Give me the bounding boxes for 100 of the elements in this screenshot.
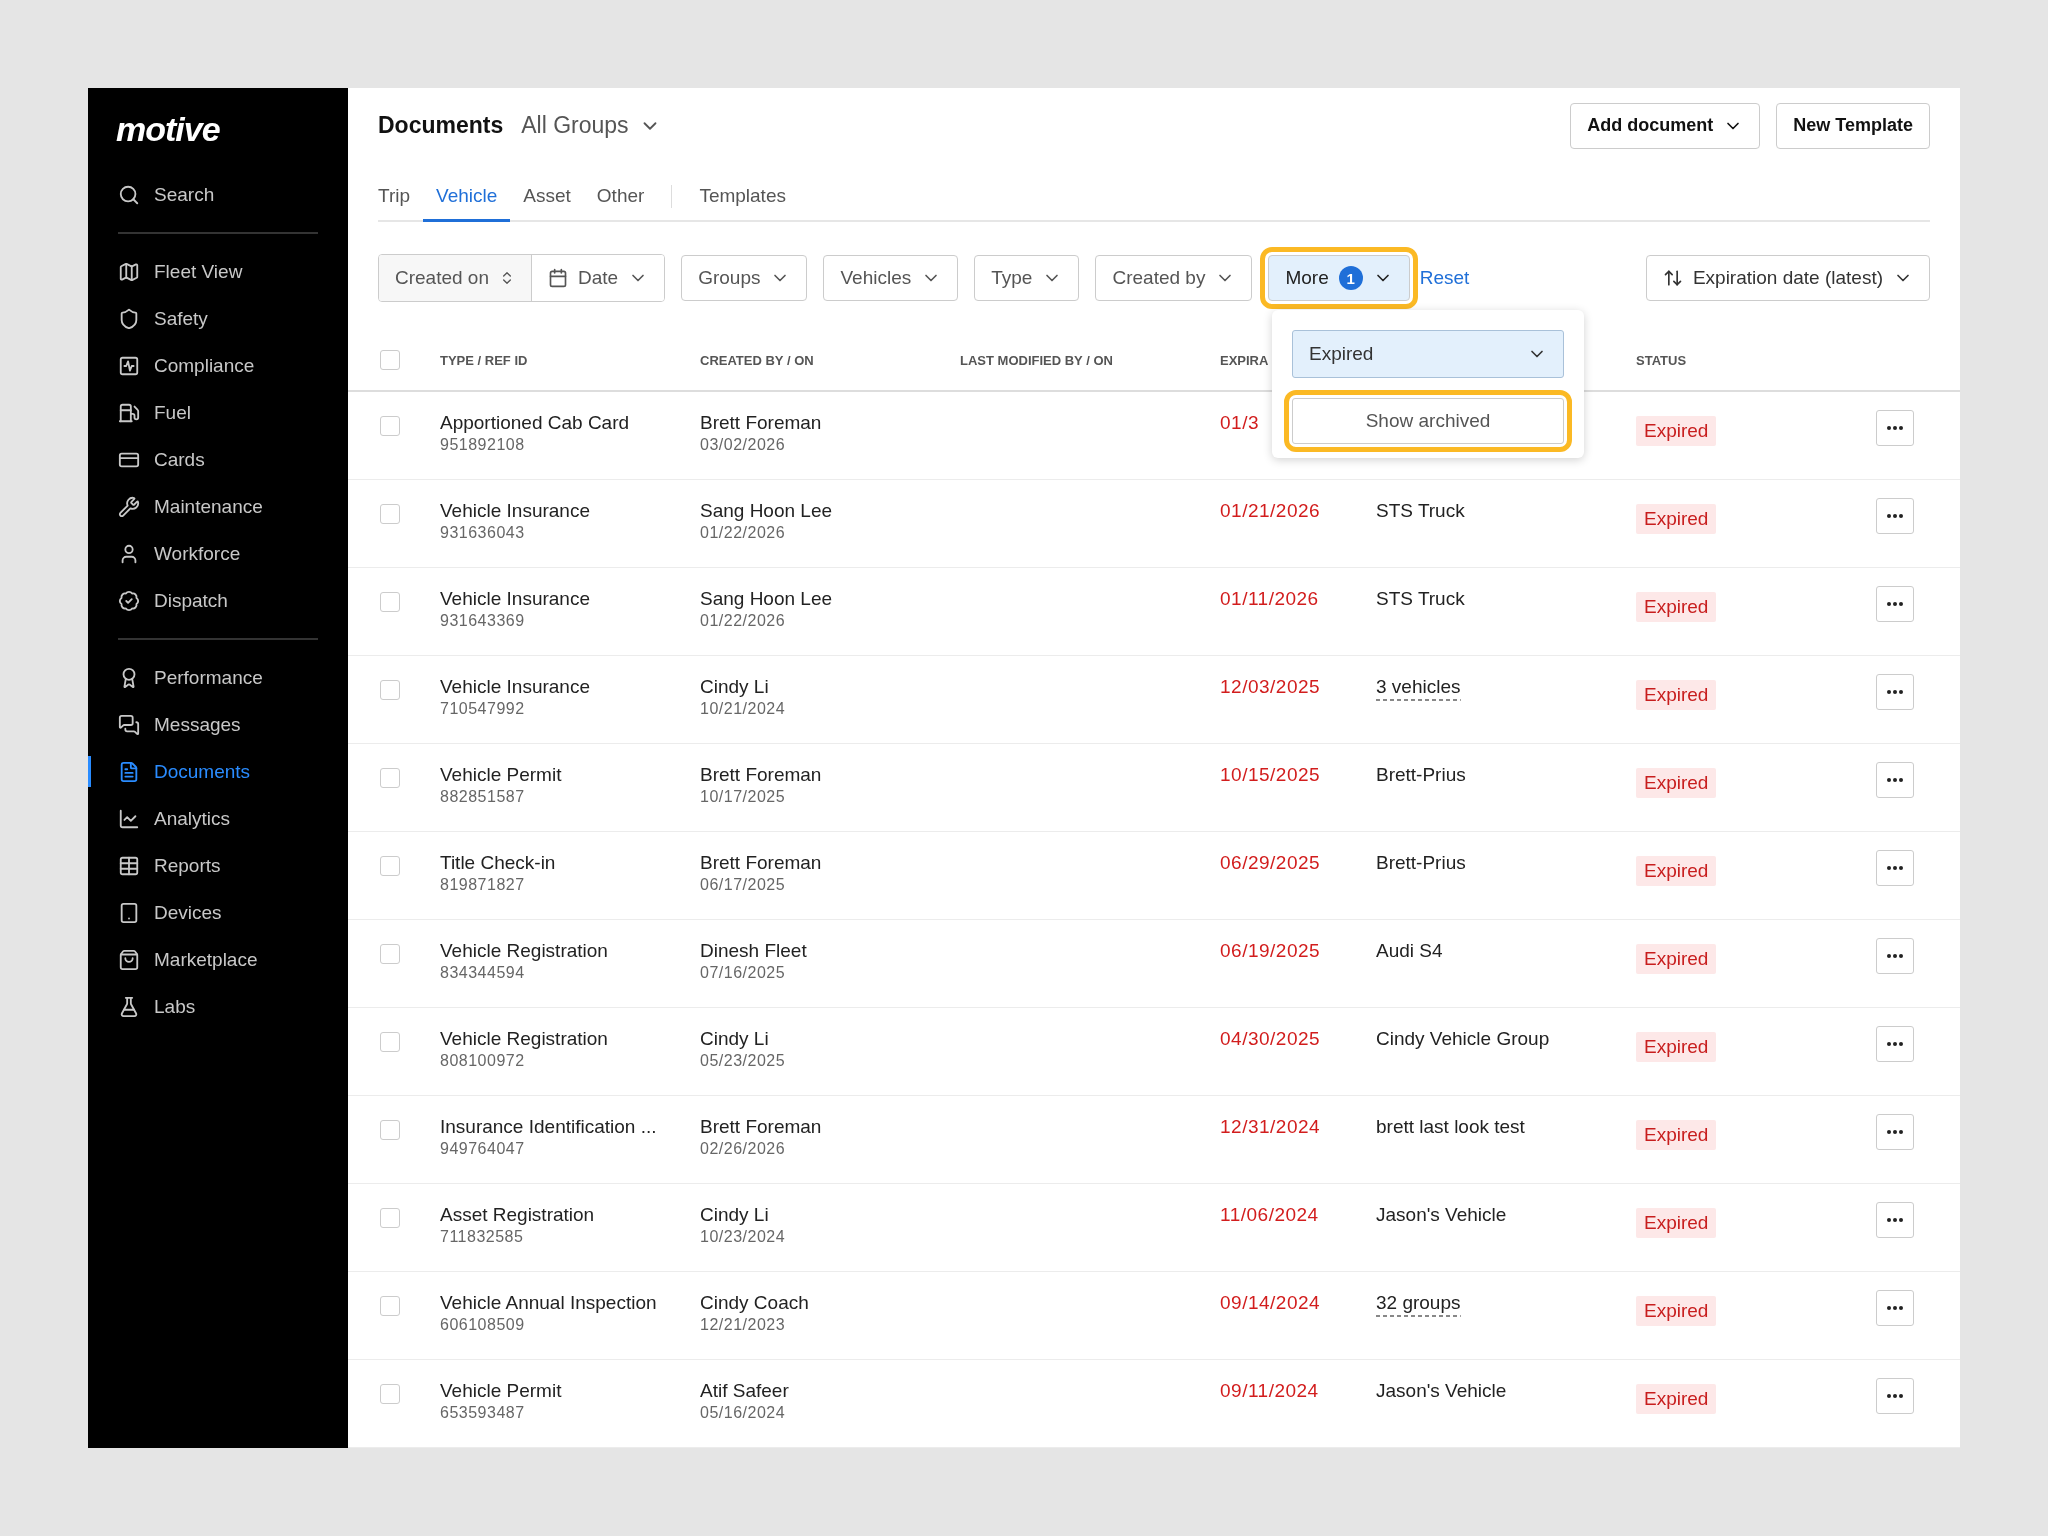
checkbox[interactable] bbox=[380, 592, 400, 612]
checkbox[interactable] bbox=[380, 1296, 400, 1316]
checkbox[interactable] bbox=[380, 504, 400, 524]
sidebar-item[interactable]: Labs bbox=[118, 983, 348, 1030]
ref-id: 951892108 bbox=[440, 436, 526, 454]
column-header: LAST MODIFIED BY / ON bbox=[960, 352, 1113, 368]
group-picker[interactable]: All Groups bbox=[521, 112, 661, 140]
checkbox[interactable] bbox=[380, 768, 400, 788]
column-header: TYPE / REF ID bbox=[440, 352, 528, 368]
sidebar-item[interactable]: Compliance bbox=[118, 342, 348, 389]
shield-icon bbox=[118, 307, 140, 330]
column-header: CREATED BY / ON bbox=[700, 352, 814, 368]
ellipsis-icon bbox=[1887, 1306, 1903, 1310]
more-actions-button[interactable] bbox=[1876, 410, 1914, 446]
document-type: Insurance Identification ... bbox=[440, 1116, 658, 1138]
ref-id: 653593487 bbox=[440, 1404, 526, 1422]
tab[interactable]: Templates bbox=[686, 173, 799, 222]
checkbox[interactable] bbox=[380, 1208, 400, 1228]
creator-name: Cindy Li bbox=[700, 1204, 770, 1226]
more-actions-button[interactable] bbox=[1876, 850, 1914, 886]
sidebar-item[interactable]: Cards bbox=[118, 436, 348, 483]
ellipsis-icon bbox=[1887, 514, 1903, 518]
sidebar-item[interactable]: Marketplace bbox=[118, 936, 348, 983]
date-picker[interactable]: Date bbox=[531, 255, 665, 301]
created-date: 12/21/2023 bbox=[700, 1316, 787, 1334]
more-actions-button[interactable] bbox=[1876, 586, 1914, 622]
document-type: Asset Registration bbox=[440, 1204, 596, 1226]
more-actions-button[interactable] bbox=[1876, 1202, 1914, 1238]
filter-dropdown[interactable]: Groups bbox=[681, 255, 808, 301]
checkbox[interactable] bbox=[380, 350, 400, 370]
assigned-to: Jason's Vehicle bbox=[1376, 1204, 1507, 1227]
creator-name: Sang Hoon Lee bbox=[700, 588, 834, 610]
ref-id: 931636043 bbox=[440, 524, 526, 542]
checkbox[interactable] bbox=[380, 680, 400, 700]
search-item[interactable]: Search bbox=[118, 171, 348, 218]
sort-dropdown[interactable]: Expiration date (latest) bbox=[1645, 255, 1930, 301]
more-actions-button[interactable] bbox=[1876, 1290, 1914, 1326]
more-actions-button[interactable] bbox=[1876, 674, 1914, 710]
ref-id: 711832585 bbox=[440, 1228, 525, 1246]
document-type: Vehicle Insurance bbox=[440, 588, 591, 610]
sidebar-item[interactable]: Devices bbox=[118, 889, 348, 936]
expiration-date: 04/30/2025 bbox=[1220, 1028, 1322, 1050]
document-type: Vehicle Registration bbox=[440, 940, 609, 962]
more-actions-button[interactable] bbox=[1876, 1378, 1914, 1414]
expiration-date: 12/03/2025 bbox=[1220, 676, 1322, 698]
status-select[interactable]: Expired bbox=[1292, 330, 1564, 378]
checkbox[interactable] bbox=[380, 1032, 400, 1052]
sidebar-item[interactable]: Reports bbox=[118, 842, 348, 889]
sidebar-item[interactable]: Safety bbox=[118, 295, 348, 342]
more-actions-button[interactable] bbox=[1876, 498, 1914, 534]
ellipsis-icon bbox=[1887, 1130, 1903, 1134]
show-archived-button[interactable]: Show archived bbox=[1292, 398, 1564, 444]
sidebar-item[interactable]: Fuel bbox=[118, 389, 348, 436]
filter-dropdown[interactable]: Vehicles bbox=[823, 255, 959, 301]
reset-link[interactable]: Reset bbox=[1419, 267, 1470, 289]
bag-icon bbox=[118, 948, 140, 971]
status-badge: Expired bbox=[1636, 856, 1717, 886]
checkbox[interactable] bbox=[380, 416, 400, 436]
tab[interactable]: Vehicle bbox=[423, 173, 511, 222]
more-filter-button[interactable]: More 1 bbox=[1268, 255, 1410, 301]
tab[interactable]: Trip bbox=[378, 173, 424, 222]
checkbox[interactable] bbox=[380, 944, 400, 964]
status-badge: Expired bbox=[1636, 768, 1717, 798]
map-icon bbox=[118, 260, 140, 283]
tab[interactable]: Other bbox=[583, 173, 658, 222]
more-actions-button[interactable] bbox=[1876, 1114, 1914, 1150]
checkbox[interactable] bbox=[380, 1384, 400, 1404]
date-field-select[interactable]: Created on bbox=[379, 255, 531, 301]
sidebar-item[interactable]: Analytics bbox=[118, 795, 348, 842]
assigned-to: STS Truck bbox=[1376, 588, 1465, 611]
tab[interactable]: Asset bbox=[510, 173, 584, 222]
checkbox[interactable] bbox=[380, 1120, 400, 1140]
new-template-button[interactable]: New Template bbox=[1776, 102, 1930, 149]
messages-icon bbox=[118, 713, 140, 736]
ellipsis-icon bbox=[1887, 426, 1903, 430]
add-document-button[interactable]: Add document bbox=[1570, 102, 1761, 149]
filter-dropdown[interactable]: Created by bbox=[1095, 255, 1253, 301]
created-date: 02/26/2026 bbox=[700, 1140, 787, 1158]
more-actions-button[interactable] bbox=[1876, 938, 1914, 974]
status-badge: Expired bbox=[1636, 504, 1717, 534]
status-badge: Expired bbox=[1636, 1120, 1717, 1150]
sidebar-item[interactable]: Maintenance bbox=[118, 483, 348, 530]
sidebar-item[interactable]: Workforce bbox=[118, 530, 348, 577]
more-actions-button[interactable] bbox=[1876, 1026, 1914, 1062]
created-date: 07/16/2025 bbox=[700, 964, 787, 982]
sidebar-item[interactable]: Dispatch bbox=[118, 577, 348, 624]
sidebar-item[interactable]: Documents bbox=[118, 748, 348, 795]
document-type: Vehicle Insurance bbox=[440, 500, 591, 522]
ref-id: 710547992 bbox=[440, 700, 526, 718]
sidebar-item[interactable]: Messages bbox=[118, 701, 348, 748]
filter-dropdown[interactable]: Type bbox=[974, 255, 1080, 301]
assigned-to: Brett-Prius bbox=[1376, 852, 1466, 875]
checkbox[interactable] bbox=[380, 856, 400, 876]
sidebar-item[interactable]: Performance bbox=[118, 654, 348, 701]
creator-name: Brett Foreman bbox=[700, 412, 823, 434]
assigned-to: brett last look test bbox=[1376, 1116, 1525, 1139]
sidebar-item[interactable]: Fleet View bbox=[118, 248, 348, 295]
ellipsis-icon bbox=[1887, 954, 1903, 958]
document-icon bbox=[118, 760, 140, 783]
more-actions-button[interactable] bbox=[1876, 762, 1914, 798]
